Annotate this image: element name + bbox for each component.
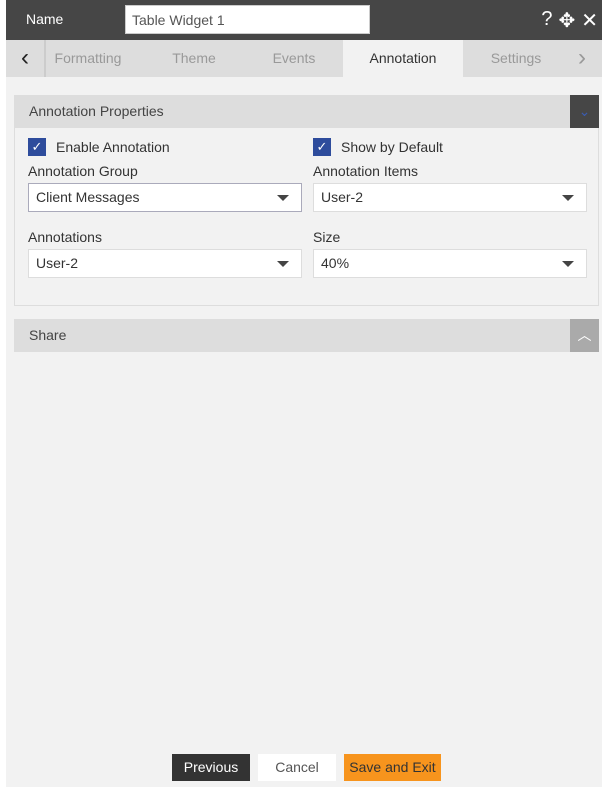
select-value: 40% [321, 255, 350, 271]
tab-annotation[interactable]: Annotation [343, 40, 463, 77]
save-and-exit-button[interactable]: Save and Exit [344, 754, 441, 781]
tab-events[interactable]: Events [254, 40, 334, 77]
annotation-group-label: Annotation Group [28, 163, 138, 179]
check-icon: ✓ [28, 138, 46, 156]
section-title: Share [29, 327, 67, 343]
annotation-properties-body: ✓ Enable Annotation ✓ Show by Default An… [14, 128, 599, 306]
move-icon[interactable]: ✥ [558, 8, 575, 33]
checkbox-label: Enable Annotation [56, 139, 170, 155]
close-icon[interactable]: ✕ [581, 8, 598, 33]
chevron-right-icon[interactable]: › [562, 40, 602, 77]
annotation-items-select[interactable]: User-2 [313, 183, 587, 212]
share-header[interactable]: Share ︿ [14, 319, 599, 352]
previous-button[interactable]: Previous [172, 754, 250, 781]
caret-down-icon [562, 261, 574, 267]
select-value: Client Messages [36, 189, 140, 205]
select-value: User-2 [36, 255, 79, 271]
chevron-down-icon[interactable]: ⌄ [570, 95, 599, 128]
checkbox-label: Show by Default [341, 139, 443, 155]
name-input[interactable] [125, 5, 370, 34]
annotation-items-label: Annotation Items [313, 163, 419, 179]
caret-down-icon [562, 195, 574, 201]
chevron-up-icon[interactable]: ︿ [570, 319, 599, 352]
tab-formatting[interactable]: Formatting [48, 40, 128, 77]
annotations-select[interactable]: User-2 [28, 249, 302, 278]
annotation-properties-header[interactable]: Annotation Properties ⌄ [14, 95, 599, 128]
size-select[interactable]: 40% [313, 249, 587, 278]
section-title: Annotation Properties [29, 103, 164, 119]
annotation-group-select[interactable]: Client Messages [28, 183, 302, 212]
caret-down-icon [277, 195, 289, 201]
name-label: Name [26, 11, 64, 27]
enable-annotation-checkbox[interactable]: ✓ Enable Annotation [28, 138, 170, 156]
header: Name ? ✥ ✕ [6, 0, 602, 40]
check-icon: ✓ [313, 138, 331, 156]
chevron-left-icon[interactable]: ‹ [6, 40, 46, 77]
tab-bar: ‹ Formatting Theme Events Annotation Set… [6, 40, 602, 77]
tab-settings[interactable]: Settings [476, 40, 556, 77]
help-icon[interactable]: ? [541, 8, 552, 33]
size-label: Size [313, 229, 341, 245]
annotations-label: Annotations [28, 229, 102, 245]
select-value: User-2 [321, 189, 364, 205]
caret-down-icon [277, 261, 289, 267]
widget-panel: Name ? ✥ ✕ ‹ Formatting Theme Events Ann… [6, 0, 602, 787]
cancel-button[interactable]: Cancel [258, 754, 336, 781]
tab-theme[interactable]: Theme [154, 40, 234, 77]
show-by-default-checkbox[interactable]: ✓ Show by Default [313, 138, 443, 156]
